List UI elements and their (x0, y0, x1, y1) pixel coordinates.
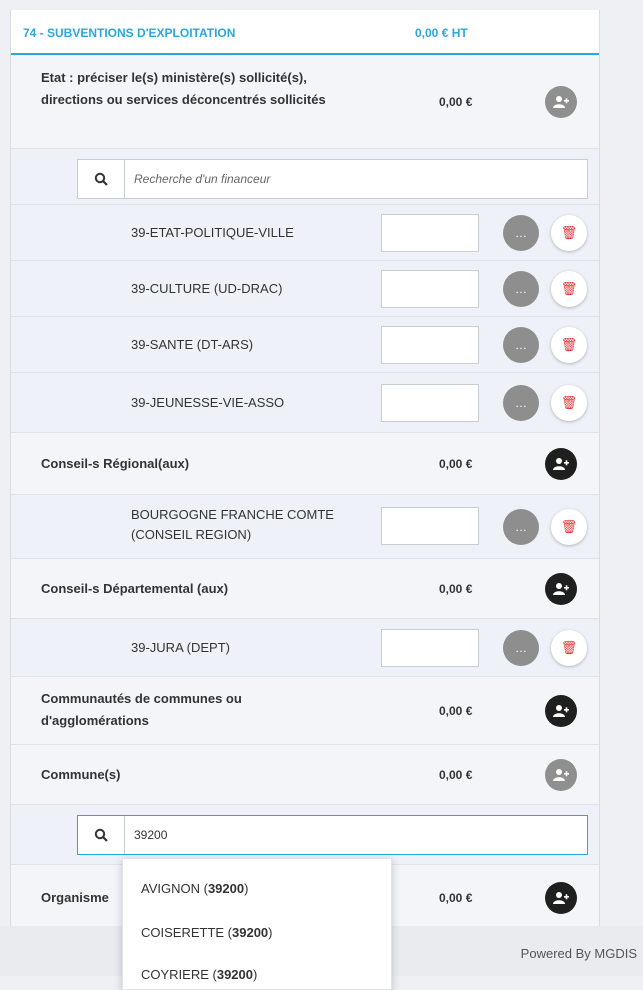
financeur-name: 39-SANTE (DT-ARS) (131, 337, 254, 352)
comment-icon: … (515, 396, 527, 410)
trash-icon: 🗑︎ (560, 640, 578, 655)
category-label: Etat : préciser le(s) ministère(s) solli… (41, 70, 326, 107)
add-financeur-button[interactable] (545, 448, 577, 480)
comment-icon: … (515, 282, 527, 296)
comment-button[interactable]: … (503, 630, 539, 666)
trash-icon: 🗑︎ (560, 337, 578, 352)
amount-input[interactable] (381, 629, 479, 667)
amount-input[interactable] (381, 270, 479, 308)
financeur-row: BOURGOGNE FRANCHE COMTE (CONSEIL REGION)… (11, 495, 599, 559)
amount-input[interactable] (381, 384, 479, 422)
category-label: Conseil-s Régional(aux) (41, 456, 190, 471)
option-code: 39200 (207, 881, 245, 896)
trash-icon: 🗑︎ (560, 281, 578, 296)
search-icon[interactable] (78, 160, 125, 198)
autocomplete-option[interactable]: COISERETTE (39200) (141, 925, 273, 940)
financeur-row: 39-JEUNESSE-VIE-ASSO … 🗑︎ (11, 373, 599, 433)
section-total: 0,00 € HT (415, 26, 468, 40)
search-icon[interactable] (78, 816, 125, 854)
comment-button[interactable]: … (503, 215, 539, 251)
option-close: ) (268, 925, 273, 940)
financeur-row: 39-JURA (DEPT) … 🗑︎ (11, 619, 599, 677)
autocomplete-dropdown: AVIGNON (39200) COISERETTE (39200) COYRI… (122, 858, 392, 990)
financeur-row: 39-SANTE (DT-ARS) … 🗑︎ (11, 317, 599, 373)
add-person-icon (553, 705, 569, 717)
option-code: 39200 (232, 925, 269, 940)
add-person-icon (553, 583, 569, 595)
category-label: Commune(s) (41, 767, 121, 782)
delete-button[interactable]: 🗑︎ (551, 327, 587, 363)
commune-search-input[interactable] (134, 816, 574, 854)
delete-button[interactable]: 🗑︎ (551, 509, 587, 545)
autocomplete-option[interactable]: COYRIERE (39200) (141, 967, 257, 982)
add-financeur-button[interactable] (545, 573, 577, 605)
option-code: 39200 (216, 967, 253, 982)
category-amount: 0,00 € (439, 582, 473, 596)
search-row-communes (11, 805, 599, 865)
option-name: AVIGNON ( (141, 881, 208, 896)
category-amount: 0,00 € (439, 891, 473, 905)
add-financeur-button[interactable] (545, 86, 577, 118)
comment-icon: … (515, 641, 527, 655)
comment-button[interactable]: … (503, 385, 539, 421)
category-departement: Conseil-s Départemental (aux) 0,00 € (11, 559, 599, 619)
budget-panel: 74 - SUBVENTIONS D'EXPLOITATION 0,00 € H… (10, 10, 600, 926)
trash-icon: 🗑︎ (560, 519, 578, 534)
add-financeur-button[interactable] (545, 695, 577, 727)
comment-icon: … (515, 338, 527, 352)
category-region: Conseil-s Régional(aux) 0,00 € (11, 433, 599, 495)
delete-button[interactable]: 🗑︎ (551, 385, 587, 421)
amount-input[interactable] (381, 214, 479, 252)
delete-button[interactable]: 🗑︎ (551, 630, 587, 666)
add-person-icon (553, 892, 569, 904)
option-name: COYRIERE ( (141, 967, 217, 982)
financeur-search-input[interactable] (134, 160, 574, 198)
category-amount: 0,00 € (439, 457, 473, 471)
section-header: 74 - SUBVENTIONS D'EXPLOITATION 0,00 € H… (11, 10, 599, 55)
comment-button[interactable]: … (503, 271, 539, 307)
category-amount: 0,00 € (439, 704, 473, 718)
amount-input[interactable] (381, 326, 479, 364)
financeur-name: BOURGOGNE FRANCHE COMTE (CONSEIL REGION) (131, 505, 334, 545)
financeur-name: 39-ETAT-POLITIQUE-VILLE (131, 225, 294, 240)
financeur-search-box (77, 159, 588, 199)
category-amount: 0,00 € (439, 768, 473, 782)
category-etat: Etat : préciser le(s) ministère(s) solli… (11, 55, 599, 149)
delete-button[interactable]: 🗑︎ (551, 215, 587, 251)
comment-button[interactable]: … (503, 509, 539, 545)
delete-button[interactable]: 🗑︎ (551, 271, 587, 307)
financeur-name-line1: BOURGOGNE FRANCHE COMTE (131, 507, 334, 522)
category-label: Communautés de communes ou d'agglomérati… (41, 691, 242, 728)
financeur-row: 39-CULTURE (UD-DRAC) … 🗑︎ (11, 261, 599, 317)
option-close: ) (253, 967, 258, 982)
add-person-icon (553, 769, 569, 781)
comment-button[interactable]: … (503, 327, 539, 363)
option-name: COISERETTE ( (141, 925, 233, 940)
financeur-name: 39-CULTURE (UD-DRAC) (131, 281, 283, 296)
trash-icon: 🗑︎ (560, 225, 578, 240)
comment-icon: … (515, 226, 527, 240)
commune-search-box (77, 815, 588, 855)
category-communes: Commune(s) 0,00 € (11, 745, 599, 805)
category-communautes: Communautés de communes ou d'agglomérati… (11, 677, 599, 745)
search-row-etat (11, 149, 599, 205)
financeur-name-line2: (CONSEIL REGION) (131, 527, 252, 542)
add-financeur-button[interactable] (545, 759, 577, 791)
category-amount: 0,00 € (439, 95, 473, 109)
financeur-name: 39-JURA (DEPT) (131, 640, 230, 655)
add-person-icon (553, 96, 569, 108)
amount-input[interactable] (381, 507, 479, 545)
category-label: Conseil-s Départemental (aux) (41, 581, 229, 596)
powered-by: Powered By MGDIS (520, 946, 637, 961)
trash-icon: 🗑︎ (560, 395, 578, 410)
financeur-name: 39-JEUNESSE-VIE-ASSO (131, 395, 285, 410)
add-person-icon (553, 458, 569, 470)
option-close: ) (244, 881, 249, 896)
autocomplete-option[interactable]: AVIGNON (39200) (141, 881, 248, 896)
section-title: 74 - SUBVENTIONS D'EXPLOITATION (23, 26, 236, 40)
add-financeur-button[interactable] (545, 882, 577, 914)
comment-icon: … (515, 520, 527, 534)
financeur-row: 39-ETAT-POLITIQUE-VILLE … 🗑︎ (11, 205, 599, 261)
